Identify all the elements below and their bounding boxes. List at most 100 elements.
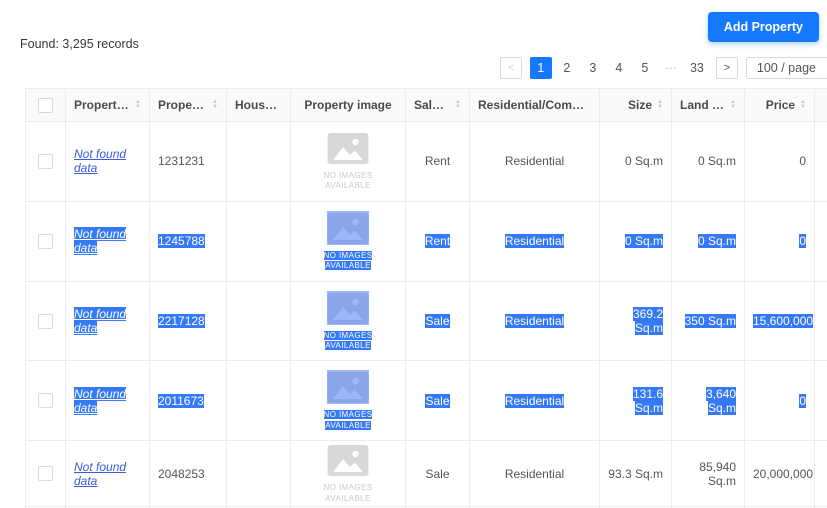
row-checkbox[interactable] xyxy=(38,154,53,169)
sort-icon[interactable]: ▲▼ xyxy=(730,100,736,110)
page-size-select[interactable]: 100 / page xyxy=(746,57,827,79)
table-body: Not found data 1231231 NO IMAGES AVAILABLE… xyxy=(26,122,827,508)
cell-value: Residential xyxy=(505,314,564,328)
pagination-page-2[interactable]: 2 xyxy=(556,57,578,79)
cell-value: 1245788 xyxy=(158,234,205,248)
records-count: Found: 3,295 records xyxy=(20,37,139,51)
table-row: Not found data 2217128 NO IMAGES AVAILABLE… xyxy=(26,281,827,361)
cell-checkbox xyxy=(26,361,66,441)
row-checkbox[interactable] xyxy=(38,314,53,329)
cell-extra xyxy=(815,281,827,361)
sort-icon[interactable]: ▲▼ xyxy=(135,100,141,110)
cell-id: 1245788 xyxy=(150,201,227,281)
image-placeholder-icon xyxy=(327,370,369,404)
cell-value: 0 xyxy=(799,154,806,168)
cell-value: 0 Sq.m xyxy=(625,234,663,248)
cell-id: 2048253 xyxy=(150,441,227,507)
cell-property-title: Not found data xyxy=(66,122,150,202)
column-label: Sale/Rent xyxy=(414,98,450,112)
cell-value: 0 xyxy=(799,394,806,408)
cell-value: 0 Sq.m xyxy=(698,234,736,248)
sort-icon[interactable]: ▲▼ xyxy=(455,100,461,110)
cell-value: 2217128 xyxy=(158,314,205,328)
pagination-ellipsis: ··· xyxy=(660,57,682,79)
property-title-link[interactable]: Not found data xyxy=(74,227,126,255)
cell-land_size: 85,940 Sq.m xyxy=(672,441,745,507)
cell-land_size: 3,640 Sq.m xyxy=(672,361,745,441)
pagination-page-5[interactable]: 5 xyxy=(634,57,656,79)
cell-sale_rent: Sale xyxy=(406,441,470,507)
cell-extra xyxy=(815,441,827,507)
select-all-checkbox[interactable] xyxy=(38,98,53,113)
pagination-page-3[interactable]: 3 xyxy=(582,57,604,79)
cell-value: 1231231 xyxy=(158,154,205,168)
image-icon xyxy=(327,291,369,325)
cell-house_no xyxy=(227,441,291,507)
cell-price: 0 xyxy=(745,201,815,281)
cell-price: 20,000,000 xyxy=(745,441,815,507)
image-icon xyxy=(327,443,369,477)
properties-table: Property title▲▼Property ID▲▼House No...… xyxy=(25,88,827,508)
table-row: Not found data 2011673 NO IMAGES AVAILABLE… xyxy=(26,361,827,441)
cell-extra xyxy=(815,361,827,441)
property-title-link[interactable]: Not found data xyxy=(74,307,126,335)
column-label: Price xyxy=(766,98,795,112)
cell-value: Sale xyxy=(425,314,449,328)
sort-icon[interactable]: ▲▼ xyxy=(212,100,218,110)
no-image-text: NO IMAGES AVAILABLE xyxy=(316,251,380,272)
cell-sale_rent: Rent xyxy=(406,201,470,281)
cell-id: 2217128 xyxy=(150,281,227,361)
pagination-page-33[interactable]: 33 xyxy=(686,57,708,79)
column-header-price[interactable]: Price ▲▼ xyxy=(745,89,815,122)
column-label: Property ID xyxy=(158,98,207,112)
cell-extra xyxy=(815,122,827,202)
column-header-title[interactable]: Property title▲▼ xyxy=(66,89,150,122)
cell-value: 0 Sq.m xyxy=(625,154,663,168)
table-row: Not found data1231231NO IMAGES AVAILABLE… xyxy=(26,122,827,202)
cell-property-title: Not found data xyxy=(66,441,150,507)
column-header-id[interactable]: Property ID ▲▼ xyxy=(150,89,227,122)
add-property-button[interactable]: Add Property xyxy=(708,12,819,42)
sort-icon[interactable]: ▲▼ xyxy=(657,100,663,110)
cell-value: 0 xyxy=(799,234,806,248)
property-title-link[interactable]: Not found data xyxy=(74,147,126,175)
column-header-size[interactable]: Size▲▼ xyxy=(600,89,672,122)
cell-type: Residential xyxy=(470,361,600,441)
cell-checkbox xyxy=(26,122,66,202)
image-icon xyxy=(327,370,369,404)
column-header-extra xyxy=(815,89,827,122)
no-image-text: NO IMAGES AVAILABLE xyxy=(316,331,380,352)
pagination-page-1[interactable]: 1 xyxy=(530,57,552,79)
column-label: Land size xyxy=(680,98,725,112)
cell-sale_rent: Sale xyxy=(406,361,470,441)
sort-icon[interactable]: ▲▼ xyxy=(800,100,806,110)
cell-type: Residential xyxy=(470,122,600,202)
no-image-placeholder: NO IMAGES AVAILABLE xyxy=(316,211,380,272)
no-image-text: NO IMAGES AVAILABLE xyxy=(316,410,380,431)
cell-extra xyxy=(815,201,827,281)
cell-property-image: NO IMAGES AVAILABLE xyxy=(291,201,406,281)
cell-value: 2011673 xyxy=(158,394,204,408)
cell-type: Residential xyxy=(470,201,600,281)
column-header-land_size[interactable]: Land size ▲▼ xyxy=(672,89,745,122)
cell-house_no xyxy=(227,281,291,361)
cell-value: 93.3 Sq.m xyxy=(608,467,663,481)
cell-value: 85,940 Sq.m xyxy=(699,460,736,488)
cell-land_size: 350 Sq.m xyxy=(672,281,745,361)
pagination-prev-icon[interactable]: < xyxy=(500,57,522,79)
cell-id: 2011673 xyxy=(150,361,227,441)
row-checkbox[interactable] xyxy=(38,234,53,249)
property-title-link[interactable]: Not found data xyxy=(74,387,126,415)
property-title-link[interactable]: Not found data xyxy=(74,460,126,488)
column-header-type: Residential/Commercial... xyxy=(470,89,600,122)
table-header-row: Property title▲▼Property ID▲▼House No...… xyxy=(26,89,827,122)
column-header-image: Property image xyxy=(291,89,406,122)
pagination-pages: 12345···33 xyxy=(530,57,708,79)
properties-page: Found: 3,295 records Add Property < 1234… xyxy=(0,0,827,508)
row-checkbox[interactable] xyxy=(38,393,53,408)
cell-value: 2048253 xyxy=(158,467,205,481)
pagination-page-4[interactable]: 4 xyxy=(608,57,630,79)
row-checkbox[interactable] xyxy=(38,466,53,481)
column-header-sale_rent[interactable]: Sale/Rent ▲▼ xyxy=(406,89,470,122)
pagination-next-icon[interactable]: > xyxy=(716,57,738,79)
